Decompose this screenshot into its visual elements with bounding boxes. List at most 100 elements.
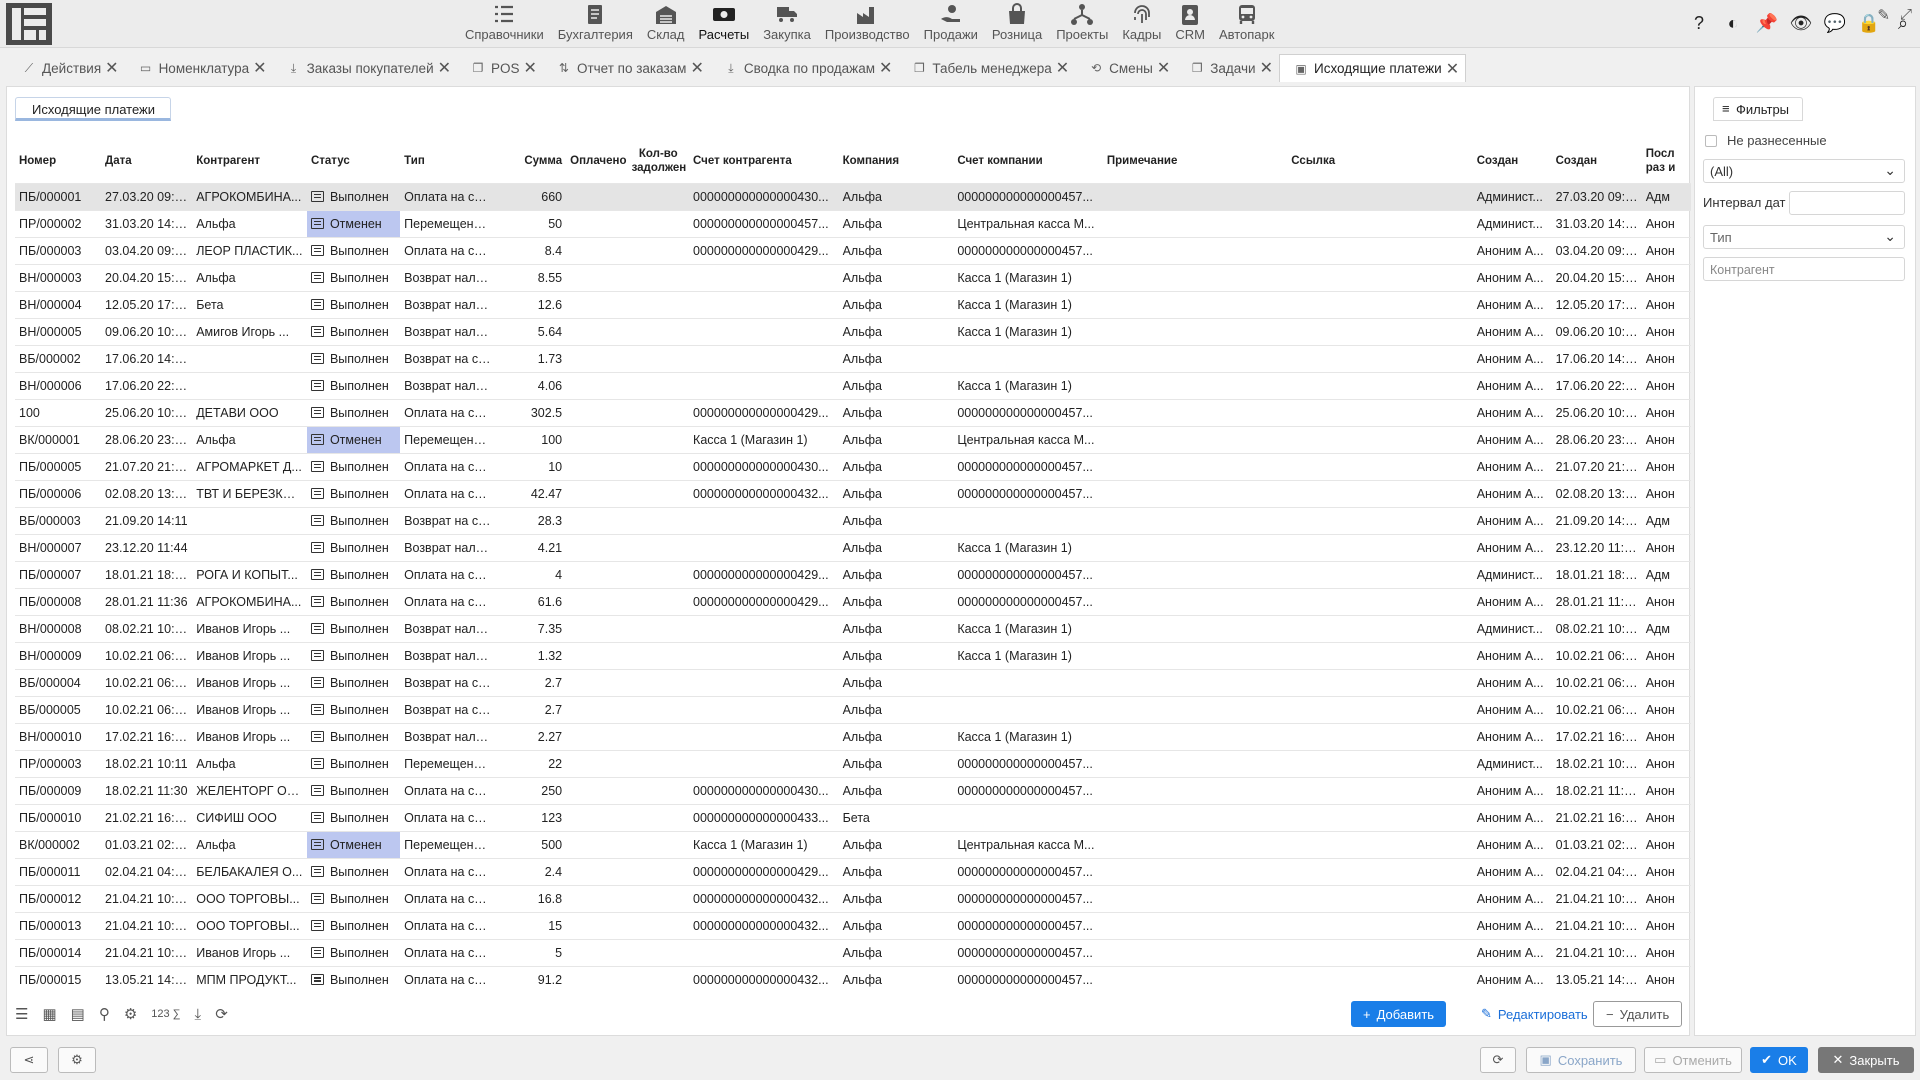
column-header-6[interactable]: Оплачено xyxy=(566,139,627,183)
table-row[interactable]: ВН/000005 09.06.20 10:50 Амигов Игорь ... В… xyxy=(15,317,1691,345)
tab-6[interactable]: ❐ Табель менеджера ✕ xyxy=(898,54,1075,82)
counter-sum-button[interactable]: 123 ∑ xyxy=(151,1008,180,1020)
delete-button[interactable]: − Удалить xyxy=(1593,1001,1683,1027)
table-row[interactable]: ВН/000010 17.02.21 16:06 Иванов Игорь ... В… xyxy=(15,722,1691,750)
table-row[interactable]: ПБ/000006 02.08.20 13:42 ТВТ И БЕРЕЗКА ...… xyxy=(15,479,1691,507)
close-icon[interactable]: ✕ xyxy=(105,58,118,78)
menu-item-9[interactable]: Кадры xyxy=(1115,0,1168,48)
menu-item-11[interactable]: Автопарк xyxy=(1212,0,1282,48)
column-header-13[interactable]: Создан xyxy=(1473,139,1552,183)
column-header-14[interactable]: Создан xyxy=(1552,139,1642,183)
menu-item-1[interactable]: Бухгалтерия xyxy=(551,0,640,48)
table-row[interactable]: ВБ/000004 10.02.21 06:31 Иванов Игорь ... В… xyxy=(15,668,1691,696)
table-row[interactable]: ВН/000006 17.06.20 22:01 Выполнен Возврат н… xyxy=(15,371,1691,399)
column-header-15[interactable]: Посл раз и xyxy=(1642,139,1691,183)
table-row[interactable]: ПБ/000005 21.07.20 21:05 АГРОМАРКЕТ Д... Вы… xyxy=(15,452,1691,480)
eye-icon[interactable]: 👁 xyxy=(1790,12,1813,34)
refresh-button[interactable]: ⟳ xyxy=(1480,1047,1516,1073)
settings-button[interactable]: ⚙ xyxy=(58,1047,96,1073)
contractor-input[interactable]: Контрагент xyxy=(1703,257,1905,281)
type-select[interactable]: Тип ⌄ xyxy=(1703,225,1905,249)
menu-item-7[interactable]: Розница xyxy=(985,0,1049,48)
expand-icon[interactable]: ⤢ xyxy=(1900,6,1912,24)
table-row[interactable]: ПБ/000008 28.01.21 11:36 АГРОКОМБИНА... Вып… xyxy=(15,587,1691,615)
column-header-12[interactable]: Ссылка xyxy=(1287,139,1472,183)
menu-item-0[interactable]: Справочники xyxy=(458,0,551,48)
tab-5[interactable]: ⤓ Сводка по продажам ✕ xyxy=(710,54,899,82)
column-header-2[interactable]: Контрагент xyxy=(192,139,307,183)
close-icon[interactable]: ✕ xyxy=(690,58,703,78)
subtab-outgoing-payments[interactable]: Исходящие платежи xyxy=(15,97,171,121)
close-icon[interactable]: ✕ xyxy=(438,58,451,78)
menu-item-4[interactable]: Закупка xyxy=(756,0,818,48)
close-button[interactable]: ✕ Закрыть xyxy=(1818,1047,1914,1073)
calendar-view-icon[interactable]: ▤ xyxy=(71,1005,85,1023)
table-row[interactable]: ВН/000007 23.12.20 11:44 Выполнен Возврат н… xyxy=(15,533,1691,561)
table-row[interactable]: ВК/000002 01.03.21 02:47 Альфа Отменен Перем… xyxy=(15,830,1691,858)
close-icon[interactable]: ✕ xyxy=(524,58,537,78)
table-row[interactable]: ВН/000003 20.04.20 15:24 Альфа Выполнен Возв… xyxy=(15,263,1691,291)
refresh-icon[interactable]: ⟳ xyxy=(215,1005,228,1023)
share-button[interactable]: ⋖ xyxy=(10,1047,48,1073)
close-icon[interactable]: ✕ xyxy=(1446,59,1459,79)
close-icon[interactable]: ✕ xyxy=(879,58,892,78)
filter-icon[interactable]: ⚲ xyxy=(99,1005,110,1023)
table-view-icon[interactable]: ▦ xyxy=(42,1005,56,1023)
pin-icon[interactable]: 📌 xyxy=(1756,12,1778,34)
table-row[interactable]: ВН/000004 12.05.20 17:59 Бета Выполнен Возвр… xyxy=(15,290,1691,318)
table-row[interactable]: 100 25.06.20 10:40 ДЕТАВИ ООО Выполнен Оплат… xyxy=(15,398,1691,426)
tab-7[interactable]: ⟲ Смены ✕ xyxy=(1075,54,1176,82)
table-row[interactable]: ПБ/000007 18.01.21 18:08 РОГА И КОПЫТ... Вы… xyxy=(15,560,1691,588)
pencil-icon[interactable]: ✎ xyxy=(1877,6,1890,24)
menu-item-5[interactable]: Производство xyxy=(818,0,917,48)
table-row[interactable]: ПБ/000003 03.04.20 09:55 ЛЕОР ПЛАСТИК... Вы… xyxy=(15,236,1691,264)
date-interval-input[interactable] xyxy=(1789,191,1905,215)
menu-item-8[interactable]: Проекты xyxy=(1049,0,1115,48)
tab-4[interactable]: ⇅ Отчет по заказам ✕ xyxy=(543,54,710,82)
unallocated-checkbox[interactable]: Не разнесенные xyxy=(1705,133,1827,148)
edit-button[interactable]: ✎ Редактировать xyxy=(1469,1001,1600,1027)
column-header-0[interactable]: Номер xyxy=(15,139,101,183)
list-view-icon[interactable]: ☰ xyxy=(15,1005,28,1023)
table-row[interactable]: ПБ/000010 21.02.21 16:45 СИФИШ ООО Выполнен… xyxy=(15,803,1691,831)
table-row[interactable]: ПБ/000013 21.04.21 10:05 ООО ТОРГОВЫ... Вып… xyxy=(15,911,1691,939)
table-row[interactable]: ПБ/000014 21.04.21 10:22 Иванов Игорь ... В… xyxy=(15,938,1691,966)
table-row[interactable]: ПБ/000015 13.05.21 14:14 МПМ ПРОДУКТ... Вып… xyxy=(15,965,1691,993)
cancel-button[interactable]: ▭ Отменить xyxy=(1644,1047,1742,1073)
menu-item-10[interactable]: CRM xyxy=(1168,0,1212,48)
column-header-4[interactable]: Тип xyxy=(400,139,496,183)
ok-button[interactable]: ✔ OK xyxy=(1750,1047,1808,1073)
column-header-5[interactable]: Сумма xyxy=(496,139,566,183)
table-row[interactable]: ВБ/000005 10.02.21 06:32 Иванов Игорь ... В… xyxy=(15,695,1691,723)
close-icon[interactable]: ✕ xyxy=(253,58,266,78)
table-row[interactable]: ВБ/000002 17.06.20 14:34 Выполнен Возврат н… xyxy=(15,344,1691,372)
menu-item-2[interactable]: Склад xyxy=(640,0,692,48)
table-row[interactable]: ВН/000009 10.02.21 06:30 Иванов Игорь ... В… xyxy=(15,641,1691,669)
tab-3[interactable]: ❐ POS ✕ xyxy=(457,54,543,82)
table-row[interactable]: ПБ/000009 18.02.21 11:30 ЖЕЛЕНТОРГ ООО Выпо… xyxy=(15,776,1691,804)
column-header-7[interactable]: Кол-во задолжен xyxy=(628,139,689,183)
tab-1[interactable]: ▭ Номенклатура ✕ xyxy=(125,54,273,82)
checkbox-box[interactable] xyxy=(1705,134,1717,147)
table-row[interactable]: ВК/000001 28.06.20 23:03 Альфа Отменен Перем… xyxy=(15,425,1691,453)
table-row[interactable]: ПБ/000011 02.04.21 04:29 БЕЛБАКАЛЕЯ О... Вы… xyxy=(15,857,1691,885)
download-icon[interactable]: ⤓ xyxy=(195,1006,202,1023)
filters-tab[interactable]: ≡ Фильтры xyxy=(1713,97,1803,121)
add-button[interactable]: + Добавить xyxy=(1351,1001,1447,1027)
table-row[interactable]: ВБ/000003 21.09.20 14:11 Выполнен Возврат н… xyxy=(15,506,1691,534)
column-header-3[interactable]: Статус xyxy=(307,139,400,183)
app-logo[interactable] xyxy=(6,3,52,45)
table-row[interactable]: ПБ/000012 21.04.21 10:04 ООО ТОРГОВЫ... Вып… xyxy=(15,884,1691,912)
table-row[interactable]: ПБ/000001 27.03.20 09:19 АГРОКОМБИНА... Вып… xyxy=(15,182,1691,210)
tab-0[interactable]: ⟋ Действия ✕ xyxy=(8,54,125,82)
table-row[interactable]: ВН/000008 08.02.21 10:52 Иванов Игорь ... В… xyxy=(15,614,1691,642)
tab-2[interactable]: ⤓ Заказы покупателей ✕ xyxy=(273,54,457,82)
help-icon[interactable]: ? xyxy=(1688,12,1710,34)
table-row[interactable]: ПР/000003 18.02.21 10:11 Альфа Выполнен Пере… xyxy=(15,749,1691,777)
column-header-11[interactable]: Примечание xyxy=(1103,139,1287,183)
close-icon[interactable]: ✕ xyxy=(1056,58,1069,78)
save-button[interactable]: ▣ Сохранить xyxy=(1526,1047,1636,1073)
column-header-9[interactable]: Компания xyxy=(839,139,954,183)
contrast-icon[interactable]: ◐ xyxy=(1722,12,1744,34)
tab-9[interactable]: ▣ Исходящие платежи ✕ xyxy=(1279,54,1467,82)
